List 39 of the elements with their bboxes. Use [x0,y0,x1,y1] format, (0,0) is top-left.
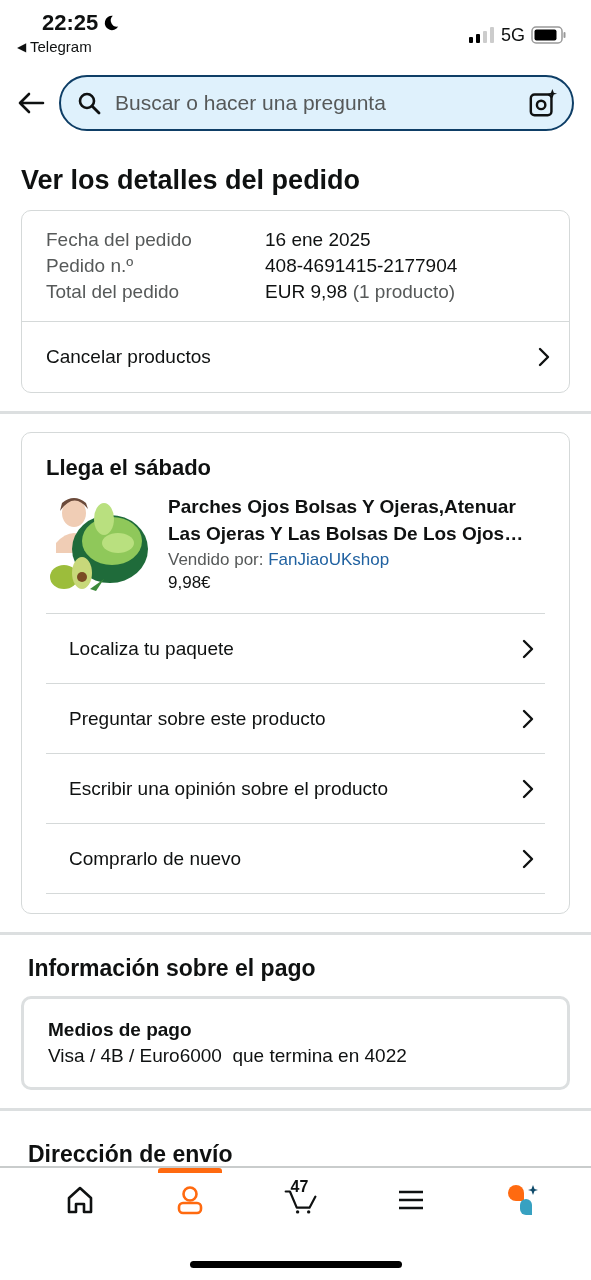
signal-icon [469,27,495,43]
product-price: 9,98€ [168,573,212,593]
action-row[interactable]: Escribir una opinión sobre el producto [46,753,545,823]
network-label: 5G [501,24,525,46]
search-field[interactable]: Buscar o hacer una pregunta [59,75,574,131]
chevron-right-icon [521,708,535,729]
chevron-right-icon [521,778,535,799]
camera-icon [528,88,558,118]
cart-count: 47 [290,1178,309,1196]
chevron-right-icon [537,347,551,367]
field-value: 16 ene 2025 [265,229,371,251]
page-title: Ver los detalles del pedido [21,165,362,196]
action-row[interactable]: Preguntar sobre este producto [46,683,545,753]
product-title[interactable]: Parches Ojos Bolsas Y Ojeras,Atenuar Las Ojeras Y Las Bolsas De Los Ojos… [168,493,534,547]
back-arrow-icon [17,91,45,115]
chevron-right-icon [521,848,535,869]
seller-link[interactable]: FanJiaoUKshop [268,550,390,569]
clock-time: 22:25 [42,10,99,36]
search-icon [77,91,101,115]
payment-method: Visa / 4B / Euro6000 que termina en 4022 [48,1045,408,1067]
field-value: 408-4691415-2177904 [265,255,458,277]
field-label: Fecha del pedido [46,229,193,251]
field-label: Pedido n.º [46,255,135,277]
battery-icon [531,26,567,44]
chevron-right-icon [521,638,535,659]
section-heading: Información sobre el pago [28,955,317,982]
delivery-heading: Llega el sábado [46,455,213,481]
action-row[interactable]: Comprarlo de nuevo [46,823,545,893]
search-input[interactable]: Buscar o hacer una pregunta [113,90,516,116]
field-value: EUR 9,98 (1 producto) [265,281,456,303]
seller-line: Vendido por: FanJiaoUKshop [168,550,391,570]
section-heading: Dirección de envío [28,1140,234,1168]
action-row[interactable]: Localiza tu paquete [46,613,545,683]
nav-tab[interactable]: 47 [250,1168,351,1226]
cancel-products-row[interactable]: Cancelar productos [22,321,569,392]
back-arrow[interactable]: ◀ [17,39,26,54]
field-label: Total del pedido [46,281,181,303]
payment-label: Medios de pago [48,1019,193,1041]
back-app-link[interactable]: Telegram [30,38,92,55]
